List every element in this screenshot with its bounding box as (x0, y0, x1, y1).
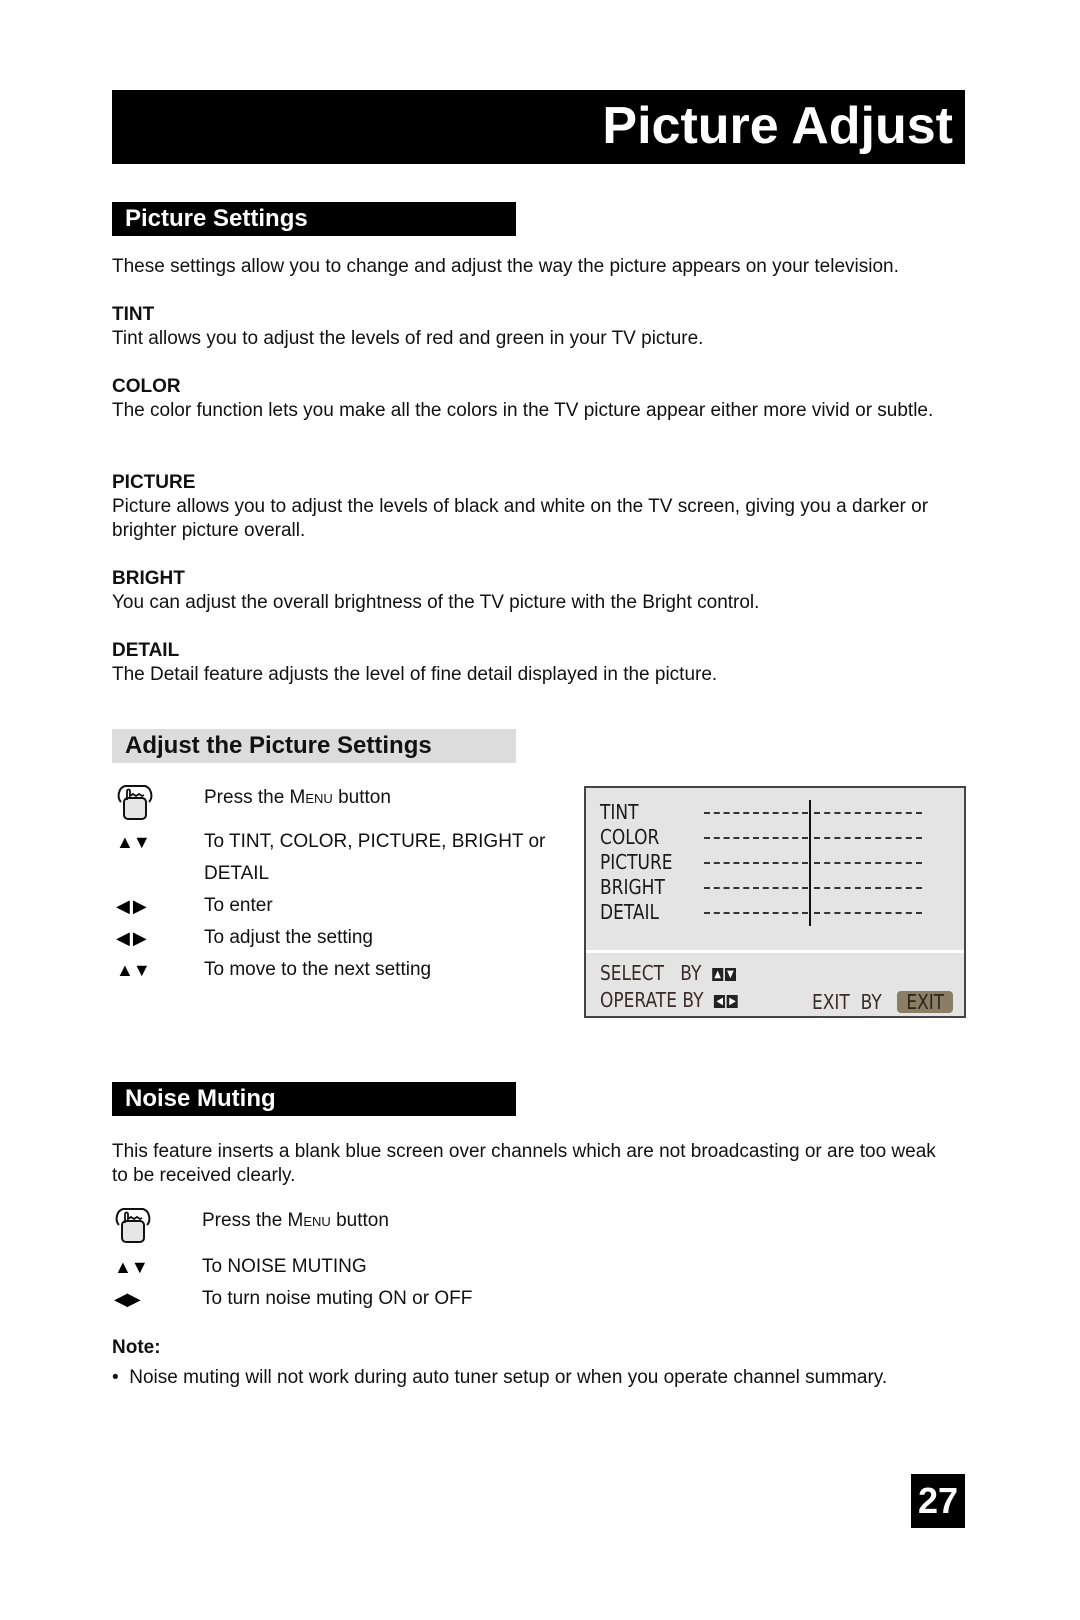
step-text: To turn noise muting ON or OFF (202, 1288, 473, 1309)
setting-item-tint: TINT Tint allows you to adjust the level… (112, 303, 972, 351)
step-enter: ◀ ▶ To enter (112, 890, 582, 922)
note-label: Note: (112, 1337, 161, 1358)
osd-level-marker (809, 825, 811, 851)
step-press-menu: Press the Menu button (110, 1205, 580, 1251)
step-text: Press the (202, 1210, 288, 1231)
step-select-noise-muting: ▲▼ To NOISE MUTING (110, 1251, 580, 1283)
menu-key-label: Menu (287, 1210, 331, 1231)
osd-bar-detail (704, 900, 924, 926)
step-text: To TINT, COLOR, PICTURE, BRIGHT or DETAI… (204, 831, 546, 884)
setting-term: TINT (112, 304, 155, 325)
setting-desc: The color function lets you make all the… (112, 400, 934, 421)
setting-term: PICTURE (112, 472, 196, 493)
picture-settings-intro: These settings allow you to change and a… (112, 256, 899, 277)
up-down-arrows-icon: ▲▼ (114, 1257, 149, 1277)
setting-item-bright: BRIGHT You can adjust the overall bright… (112, 567, 972, 615)
setting-desc: The Detail feature adjusts the level of … (112, 664, 718, 685)
left-right-arrows-icon: ◀ ▶ (116, 928, 147, 948)
osd-right-key-icon: ▶ (727, 995, 739, 1008)
osd-menu-illustration: TINT COLOR PICTURE BRIGHT DETAIL SELECT … (584, 786, 966, 1018)
noise-muting-intro: This feature inserts a blank blue screen… (112, 1141, 936, 1186)
step-toggle-noise-muting: ◀▶ To turn noise muting ON or OFF (110, 1283, 580, 1315)
osd-label-picture: PICTURE (600, 850, 673, 874)
section-heading-adjust-settings: Adjust the Picture Settings (112, 729, 516, 763)
osd-label-bright: BRIGHT (600, 875, 665, 899)
step-text: To enter (204, 895, 273, 916)
osd-exit-button-label: EXIT (906, 990, 944, 1014)
setting-item-color: COLOR The color function lets you make a… (112, 375, 972, 423)
setting-term: COLOR (112, 376, 181, 397)
step-text: Press the (204, 787, 290, 808)
osd-operate-label: OPERATE (600, 988, 677, 1012)
up-down-arrows-icon: ▲▼ (116, 960, 151, 980)
note-text: Noise muting will not work during auto t… (129, 1367, 888, 1388)
step-adjust: ◀ ▶ To adjust the setting (112, 922, 582, 954)
osd-level-marker (809, 850, 811, 876)
osd-by-label: BY (680, 961, 702, 985)
page-title-bar: Picture Adjust (112, 90, 965, 164)
page-title: Picture Adjust (602, 97, 953, 155)
step-next-setting: ▲▼ To move to the next setting (112, 954, 582, 986)
step-text: To adjust the setting (204, 927, 373, 948)
osd-up-key-icon: ▲ (712, 968, 724, 981)
noise-muting-steps-list: Press the Menu button ▲▼ To NOISE MUTING… (110, 1205, 580, 1315)
bullet-icon: • (112, 1367, 130, 1388)
osd-level-marker (809, 800, 811, 826)
step-text: To NOISE MUTING (202, 1256, 367, 1277)
step-text: To move to the next setting (204, 959, 432, 980)
hand-press-icon (115, 1208, 151, 1243)
osd-bar-tint (704, 800, 924, 826)
step-press-menu: Press the Menu button (112, 782, 582, 826)
osd-divider (586, 950, 964, 953)
setting-desc: You can adjust the overall brightness of… (112, 592, 760, 613)
section-heading-noise-muting: Noise Muting (112, 1082, 516, 1116)
osd-by-label: BY (860, 990, 882, 1014)
osd-bar-color (704, 825, 924, 851)
step-text: button (332, 787, 391, 808)
note-item: • Noise muting will not work during auto… (112, 1366, 972, 1390)
osd-level-marker (809, 900, 811, 926)
setting-desc: Tint allows you to adjust the levels of … (112, 328, 704, 349)
up-down-arrows-icon: ▲▼ (116, 832, 151, 852)
osd-bar-bright (704, 875, 924, 901)
adjust-steps-list: Press the Menu button ▲▼ To TINT, COLOR,… (112, 782, 582, 986)
osd-bar-picture (704, 850, 924, 876)
setting-item-detail: DETAIL The Detail feature adjusts the le… (112, 639, 972, 687)
osd-exit-hint: EXIT BY (812, 989, 882, 1015)
osd-operate-hint: OPERATE BY ◀ ▶ (600, 987, 740, 1013)
section-heading-picture-settings: Picture Settings (112, 202, 516, 236)
osd-label-detail: DETAIL (600, 900, 660, 924)
menu-key-label: Menu (289, 787, 333, 808)
step-text: button (330, 1210, 389, 1231)
osd-label-color: COLOR (600, 825, 660, 849)
left-right-arrows-icon: ◀▶ (114, 1289, 141, 1309)
osd-exit-label: EXIT (812, 990, 850, 1014)
setting-term: BRIGHT (112, 568, 185, 589)
osd-level-marker (809, 875, 811, 901)
setting-desc: Picture allows you to adjust the levels … (112, 496, 929, 541)
osd-select-label: SELECT (600, 961, 665, 985)
osd-left-key-icon: ◀ (714, 995, 726, 1008)
step-select-setting: ▲▼ To TINT, COLOR, PICTURE, BRIGHT or DE… (112, 826, 584, 890)
osd-select-hint: SELECT BY ▲ ▼ (600, 960, 738, 986)
osd-by-label: BY (682, 988, 704, 1012)
setting-term: DETAIL (112, 640, 180, 661)
osd-label-tint: TINT (600, 800, 639, 824)
osd-exit-button: EXIT (897, 991, 953, 1013)
hand-press-icon (117, 785, 153, 820)
left-right-arrows-icon: ◀ ▶ (116, 896, 147, 916)
osd-down-key-icon: ▼ (724, 968, 736, 981)
setting-item-picture: PICTURE Picture allows you to adjust the… (112, 471, 972, 543)
page-number: 27 (911, 1474, 965, 1528)
